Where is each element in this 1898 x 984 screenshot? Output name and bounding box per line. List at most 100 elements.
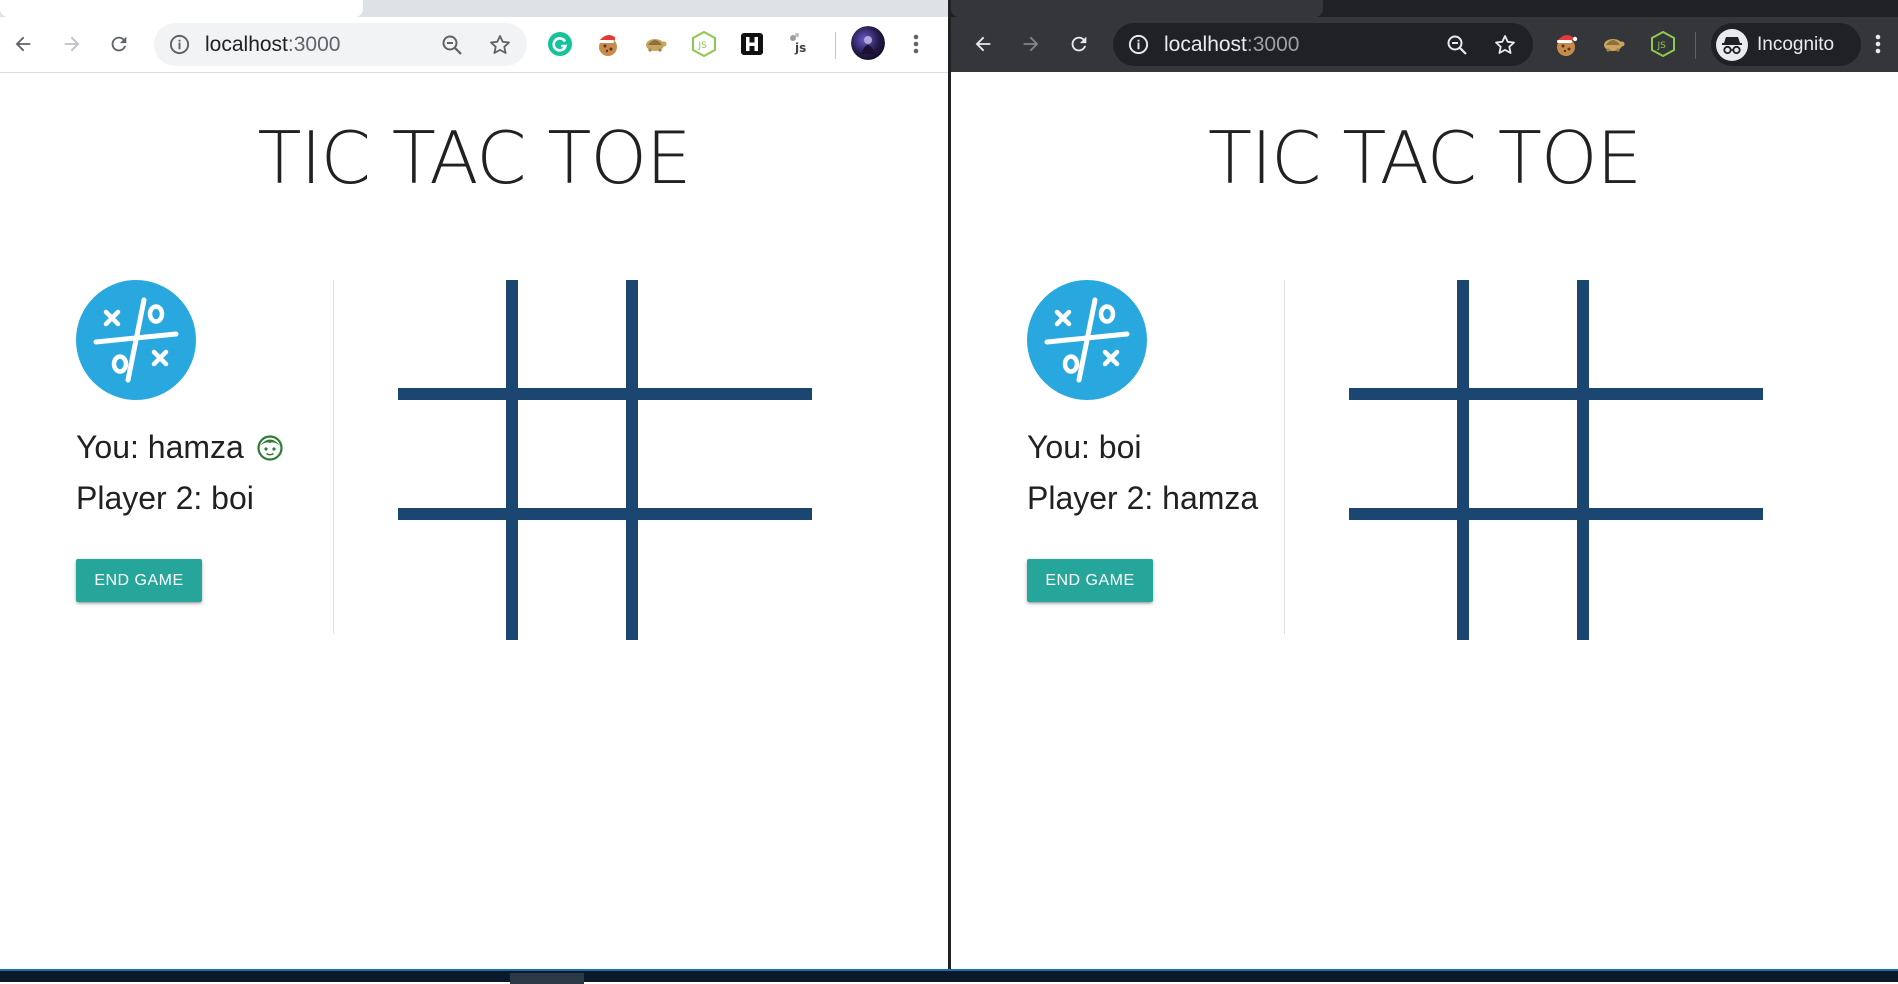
url-host: localhost	[1164, 33, 1247, 56]
you-player-line: You: hamza	[76, 429, 284, 466]
game-logo	[76, 280, 196, 400]
board-line-horizontal-1	[398, 388, 812, 400]
board-cell-7[interactable]	[1349, 520, 1457, 640]
toolbar-separator	[1695, 32, 1696, 59]
board-cell-7[interactable]	[398, 520, 506, 640]
url-port: :3000	[1246, 33, 1300, 56]
you-player-line: You: boi	[1027, 429, 1141, 466]
h-icon[interactable]	[737, 29, 767, 59]
board-cell-6[interactable]	[638, 400, 812, 508]
cookie-santa-icon[interactable]	[593, 29, 623, 59]
nodejs-icon[interactable]: JS	[689, 29, 719, 59]
bookmark-star-icon[interactable]	[1493, 33, 1517, 57]
browser-toolbar: localhost:3000 JS Incognito	[951, 17, 1898, 72]
back-button[interactable]	[966, 27, 1000, 61]
current-turn-face-icon	[257, 434, 283, 461]
board-cell-9[interactable]	[1589, 520, 1763, 640]
forward-button[interactable]	[1014, 27, 1048, 61]
address-bar[interactable]: localhost:3000	[154, 23, 527, 66]
tab-strip	[951, 0, 1898, 17]
cookie-santa-icon[interactable]	[1551, 29, 1581, 59]
player2-label: Player 2: hamza	[1027, 480, 1259, 516]
board-line-vertical-2	[626, 280, 638, 640]
board-line-vertical-1	[1457, 280, 1469, 640]
board-cell-3[interactable]	[638, 280, 812, 388]
forward-arrow-icon	[64, 36, 80, 52]
reload-icon	[111, 36, 127, 52]
incognito-label: Incognito	[1757, 33, 1835, 55]
board-cell-3[interactable]	[1589, 280, 1763, 388]
you-label: You: hamza	[76, 429, 244, 465]
site-info-icon[interactable]	[168, 33, 191, 56]
tortoise-icon[interactable]	[1598, 29, 1628, 59]
tic-tac-toe-logo-icon	[1044, 297, 1130, 383]
browser-window-left: localhost:3000 JS js TIC TAC TOE You: ha…	[0, 0, 948, 969]
board-line-vertical-2	[1577, 280, 1589, 640]
bookmark-star-icon[interactable]	[488, 33, 512, 57]
board-cell-6[interactable]	[1589, 400, 1763, 508]
sidebar-divider	[1284, 280, 1285, 634]
js-tool-icon[interactable]: js	[785, 29, 815, 59]
game-board	[398, 280, 812, 640]
back-button[interactable]	[6, 27, 40, 61]
tic-tac-toe-logo-icon	[93, 297, 179, 383]
svg-text:JS: JS	[1657, 41, 1667, 51]
url-host: localhost	[205, 33, 288, 56]
board-cell-2[interactable]	[1469, 280, 1577, 388]
board-cell-1[interactable]	[398, 280, 506, 388]
board-cell-2[interactable]	[518, 280, 626, 388]
reload-button[interactable]	[1062, 27, 1096, 61]
grammarly-icon[interactable]	[545, 29, 575, 59]
page-title: TIC TAC TOE	[257, 116, 691, 200]
game-page: TIC TAC TOE You: boi Player 2: hamza END…	[951, 73, 1898, 969]
board-cell-4[interactable]	[398, 400, 506, 508]
board-cell-4[interactable]	[1349, 400, 1457, 508]
active-tab[interactable]	[951, 0, 1323, 17]
svg-text:js: js	[794, 41, 806, 55]
incognito-badge[interactable]: Incognito	[1711, 23, 1861, 66]
nodejs-icon[interactable]: JS	[1648, 29, 1678, 59]
zoom-out-icon[interactable]	[1445, 33, 1469, 57]
profile-avatar[interactable]	[851, 26, 885, 60]
board-cell-5[interactable]	[518, 400, 626, 508]
zoom-out-icon[interactable]	[440, 33, 464, 57]
chrome-menu-icon[interactable]	[1868, 29, 1888, 59]
board-line-horizontal-1	[1349, 388, 1763, 400]
active-tab[interactable]	[0, 0, 363, 17]
end-game-button[interactable]: END GAME	[76, 559, 202, 602]
player2-line: Player 2: boi	[76, 480, 254, 517]
os-taskbar	[0, 969, 1898, 984]
tab-strip	[0, 0, 948, 17]
tortoise-icon[interactable]	[640, 29, 670, 59]
player2-line: Player 2: hamza	[1027, 480, 1258, 517]
player2-label: Player 2: boi	[76, 480, 254, 516]
board-line-vertical-1	[506, 280, 518, 640]
browser-window-right: localhost:3000 JS Incognito TIC TAC TOE	[951, 0, 1898, 969]
board-cell-5[interactable]	[1469, 400, 1577, 508]
board-cell-8[interactable]	[518, 520, 626, 640]
board-cell-8[interactable]	[1469, 520, 1577, 640]
back-arrow-icon	[975, 36, 991, 52]
url-text[interactable]: localhost:3000	[1164, 23, 1299, 66]
board-line-horizontal-2	[398, 508, 812, 520]
url-text[interactable]: localhost:3000	[205, 23, 340, 66]
reload-button[interactable]	[102, 27, 136, 61]
board-cell-1[interactable]	[1349, 280, 1457, 388]
chrome-menu-icon[interactable]	[906, 29, 926, 59]
svg-text:JS: JS	[698, 41, 708, 51]
site-info-icon[interactable]	[1127, 33, 1150, 56]
back-arrow-icon	[15, 36, 31, 52]
game-page: TIC TAC TOE You: hamza Player 2: boi END…	[0, 73, 948, 969]
sidebar-divider	[333, 280, 334, 634]
you-label: You: boi	[1027, 429, 1142, 465]
game-board	[1349, 280, 1763, 640]
address-bar[interactable]: localhost:3000	[1113, 23, 1533, 66]
board-cell-9[interactable]	[638, 520, 812, 640]
forward-button[interactable]	[55, 27, 89, 61]
page-title: TIC TAC TOE	[1207, 116, 1642, 200]
taskbar-item[interactable]	[510, 973, 584, 984]
toolbar-separator	[835, 32, 836, 59]
browser-toolbar: localhost:3000 JS js	[0, 17, 948, 73]
end-game-button[interactable]: END GAME	[1027, 559, 1153, 602]
url-port: :3000	[287, 33, 341, 56]
